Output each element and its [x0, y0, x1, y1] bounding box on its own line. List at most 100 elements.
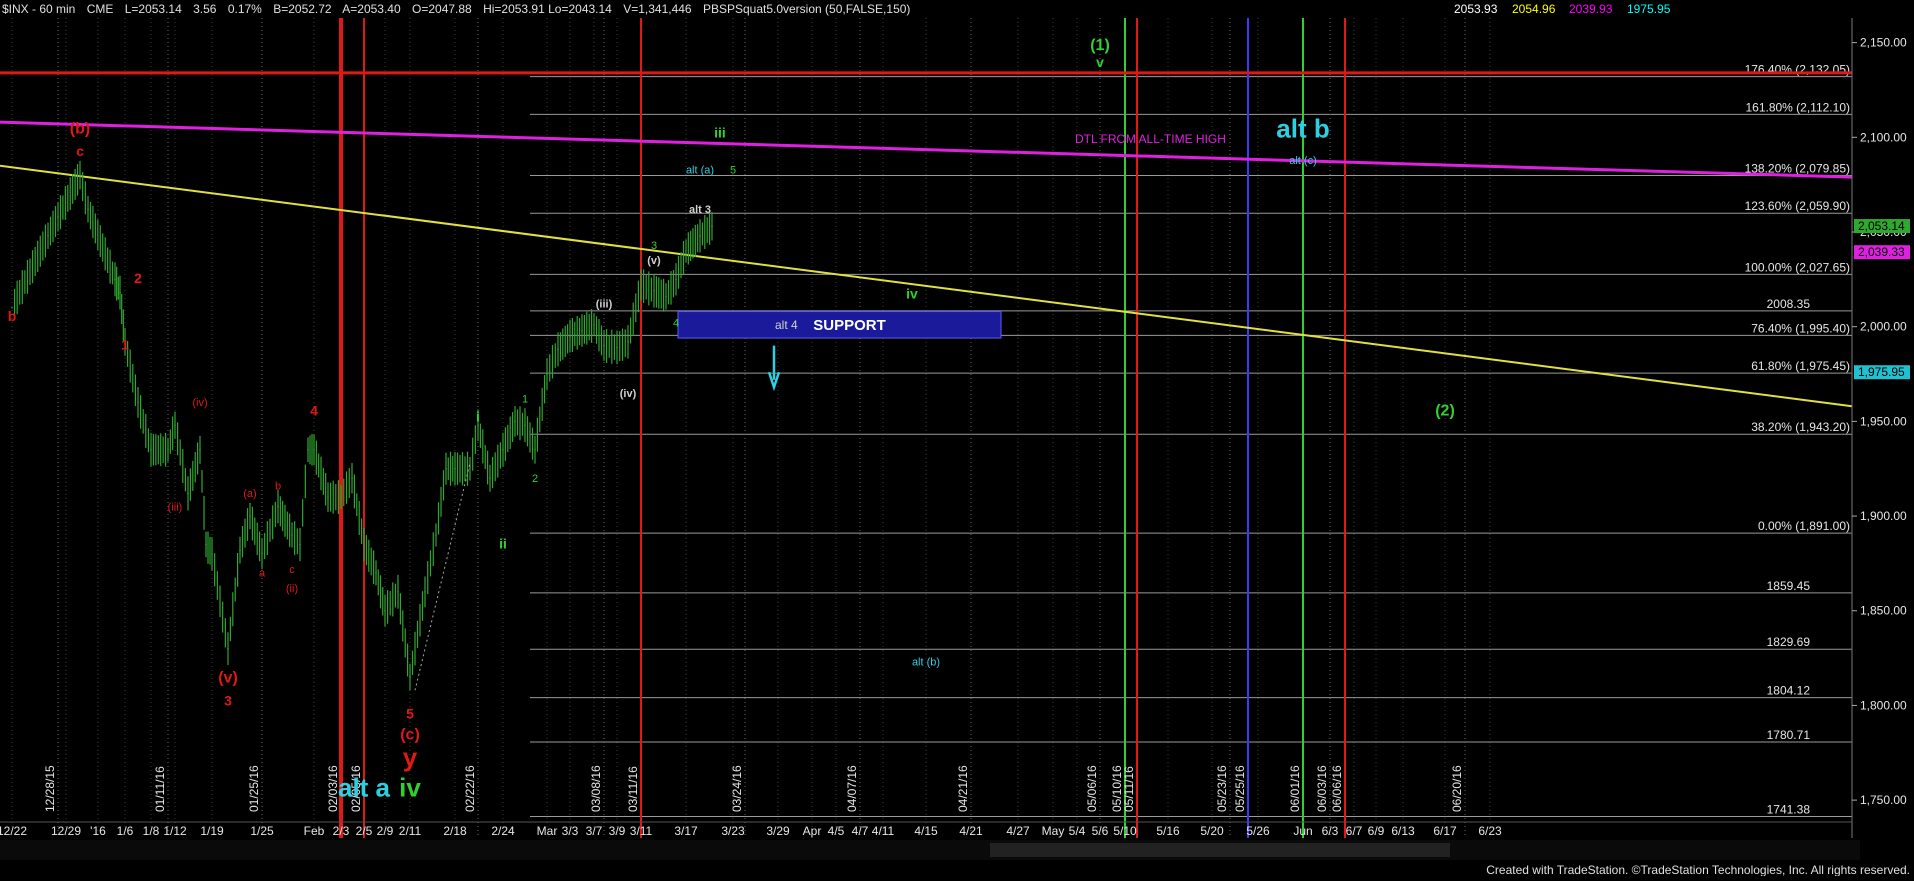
header-symbol: $INX - 60 min: [2, 2, 75, 16]
price-point: [569, 335, 571, 337]
header-high-low: Hi=2053.91 Lo=2043.14: [483, 2, 612, 16]
wave-label: 2: [532, 473, 538, 485]
price-point: [211, 553, 213, 555]
price-point: [445, 467, 447, 470]
pivot-level-label: 1859.45: [1767, 579, 1811, 593]
price-point: [227, 647, 229, 650]
price-point: [57, 216, 59, 218]
wave-label: (2): [1435, 403, 1455, 420]
wave-label: (iv): [192, 397, 207, 409]
pivot-level-label: 1829.69: [1767, 635, 1811, 649]
vertical-date-label: 12/28/15: [43, 765, 57, 812]
x-tick-label: Feb: [304, 824, 325, 838]
price-point: [351, 477, 353, 479]
x-tick-label: 2/11: [399, 824, 422, 838]
price-point: [477, 424, 479, 426]
x-tick-label: 2/24: [491, 824, 515, 838]
price-point: [79, 174, 81, 176]
price-chart[interactable]: 176.40% (2,132.05) 161.80% (2,112.10) 1 38.…: [0, 0, 1914, 877]
vertical-date-label: 06/01/16: [1288, 765, 1302, 812]
wave-label: alt 3: [689, 204, 711, 216]
wave-label: 5: [406, 706, 414, 722]
price-point: [299, 543, 301, 546]
price-point: [363, 543, 365, 546]
vertical-date-label: 05/11/16: [1122, 766, 1136, 812]
y-tick-label: 1,800.00: [1860, 698, 1907, 712]
wave-label: (v): [218, 670, 238, 687]
x-tick-label: 1/6: [117, 824, 134, 838]
wave-label: ii: [499, 535, 507, 551]
y-tick-label: 1,900.00: [1860, 509, 1907, 523]
price-point: [249, 515, 251, 517]
price-point: [557, 348, 559, 351]
wave-label: b: [275, 481, 281, 493]
x-tick-label: 2/5: [356, 824, 373, 838]
horizontal-scrollbar[interactable]: [0, 840, 1860, 860]
wave-label: (ii): [286, 583, 298, 595]
wave-label: alt (a): [686, 164, 714, 176]
wave-label: (a): [243, 488, 256, 500]
vertical-date-label: 04/07/16: [845, 765, 859, 812]
price-point: [435, 534, 437, 536]
pivot-level-label: 1741.38: [1767, 802, 1811, 816]
x-tick-label: 6/23: [1478, 824, 1502, 838]
price-point: [409, 676, 411, 678]
x-tick-label: 3/17: [674, 824, 698, 838]
x-tick-label: 3/11: [630, 824, 653, 838]
wave-label: alt (b): [912, 657, 940, 669]
wave-label: 1: [121, 336, 129, 352]
price-point: [593, 323, 595, 326]
price-tag-label: 1,975.95: [1858, 365, 1905, 379]
price-point: [534, 448, 536, 451]
price-point: [114, 278, 116, 281]
header-volume: V=1,341,446: [623, 2, 692, 16]
header-last: L=2053.14: [125, 2, 182, 16]
y-tick-label: 1,750.00: [1860, 793, 1907, 807]
wave-label: alt a: [338, 772, 391, 802]
header-study-value: 2039.93: [1569, 2, 1613, 16]
wave-label: v: [1096, 54, 1104, 70]
x-tick-label: 3/29: [766, 824, 790, 838]
scrollbar-thumb[interactable]: [990, 843, 1450, 857]
price-point: [307, 448, 309, 451]
x-tick-label: 4/5: [828, 824, 845, 838]
price-point: [375, 572, 377, 574]
price-tag-label: 2,039.33: [1858, 245, 1905, 259]
x-tick-label: 6/7: [1346, 824, 1363, 838]
price-point: [199, 448, 201, 451]
wave-label: iv: [906, 285, 918, 301]
vertical-date-label: 06/03/16: [1315, 765, 1329, 812]
x-tick-label: 2/18: [443, 824, 467, 838]
price-point: [489, 477, 491, 479]
y-tick-label: 2,150.00: [1860, 36, 1907, 50]
wave-label: 1: [522, 393, 528, 405]
x-tick-label: 6/13: [1391, 824, 1415, 838]
price-point: [640, 284, 642, 286]
price-point: [675, 278, 677, 281]
header-change: 3.56: [193, 2, 217, 16]
header-study: PBSPSquat5.0version (50,FALSE,150): [703, 2, 910, 16]
header-ask: A=2053.40: [342, 2, 401, 16]
price-point: [327, 496, 329, 498]
wave-label: alt (c): [1289, 155, 1317, 167]
pivot-level-label: 1804.12: [1767, 684, 1811, 698]
x-tick-label: 5/26: [1246, 824, 1270, 838]
price-tag-label: 2,053.14: [1858, 219, 1905, 233]
fib-level-label: 161.80% (2,112.10): [1745, 100, 1850, 114]
price-point: [119, 291, 121, 294]
fib-level-label: 123.60% (2,059.90): [1745, 199, 1850, 213]
vertical-date-label: 05/06/16: [1085, 765, 1099, 812]
wave-label: iv: [399, 772, 421, 802]
price-point: [616, 346, 618, 349]
symbol-header: $INX - 60 min CME L=2053.14 3.56 0.17% B…: [2, 2, 910, 16]
header-open: O=2047.88: [412, 2, 472, 16]
x-tick-label: 4/15: [914, 824, 938, 838]
x-tick-label: 5/16: [1156, 824, 1180, 838]
x-tick-label: 12/22: [0, 824, 27, 838]
x-tick-label: 4/7: [852, 824, 869, 838]
header-exchange: CME: [87, 2, 114, 16]
price-point: [524, 424, 526, 426]
wave-label: alt b: [1276, 113, 1329, 143]
header-change-pct: 0.17%: [228, 2, 262, 16]
wave-label: 5: [730, 164, 736, 176]
